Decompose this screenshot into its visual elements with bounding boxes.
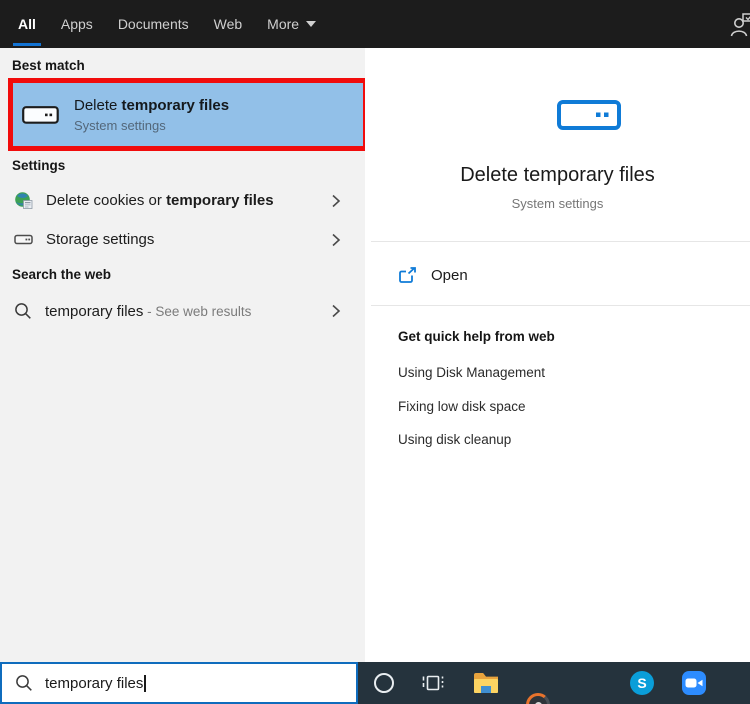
result-text: temporary files - See web results (45, 303, 251, 320)
drive-icon-blue (557, 100, 621, 130)
search-input[interactable]: temporary files (0, 662, 358, 704)
taskbar: S (358, 662, 750, 704)
globe-icon (15, 192, 33, 209)
result-text-normal: Storage settings (46, 231, 155, 248)
open-action[interactable]: Open (365, 253, 750, 297)
best-match-title: Delete temporary files (74, 97, 229, 114)
search-icon (16, 675, 32, 691)
chevron-right-icon[interactable] (331, 232, 341, 248)
tab-web[interactable]: Web (212, 0, 245, 48)
person-icon (730, 13, 750, 37)
preview-subtitle: System settings (511, 196, 604, 211)
best-match-title-normal: Delete (74, 96, 122, 114)
result-text: Storage settings (46, 231, 154, 248)
web-query: temporary files (45, 302, 144, 320)
result-web-search[interactable]: temporary files - See web results (0, 291, 365, 331)
help-link-disk-cleanup[interactable]: Using disk cleanup (398, 432, 511, 447)
settings-header: Settings (12, 158, 66, 173)
file-explorer-icon[interactable] (474, 673, 498, 693)
result-delete-cookies[interactable]: Delete cookies or temporary files (0, 181, 365, 220)
task-view-icon[interactable] (421, 671, 445, 695)
search-results-panel: Best match Delete temporary files System… (0, 48, 368, 662)
tab-documents[interactable]: Documents (116, 0, 191, 48)
quick-help-header: Get quick help from web (398, 329, 555, 344)
tab-all[interactable]: All (13, 0, 41, 48)
tab-apps[interactable]: Apps (59, 0, 95, 48)
preview-title: Delete temporary files (460, 164, 655, 186)
tab-more-label: More (267, 16, 300, 32)
result-text-bold: temporary files (166, 192, 274, 209)
account-button[interactable] (727, 12, 750, 38)
camera-glyph (685, 678, 703, 688)
drive-icon (22, 105, 59, 124)
search-icon (15, 303, 31, 319)
cortana-icon[interactable] (374, 673, 394, 693)
help-link-low-disk-space[interactable]: Fixing low disk space (398, 399, 526, 414)
drive-small-icon (14, 234, 33, 245)
search-web-header: Search the web (12, 267, 112, 282)
best-match-annotation-box: Delete temporary files System settings (8, 78, 368, 151)
search-input-value: temporary files (45, 674, 144, 692)
divider (371, 305, 750, 306)
folder-accent (481, 686, 491, 693)
chevron-down-icon (306, 21, 317, 27)
windows-search-panel: All Apps Documents Web More Best match D… (0, 0, 750, 704)
help-link-disk-management[interactable]: Using Disk Management (398, 365, 545, 380)
video-camera-icon[interactable] (682, 671, 706, 695)
text-cursor (144, 674, 146, 692)
best-match-text: Delete temporary files System settings (74, 97, 229, 133)
best-match-subtitle: System settings (74, 117, 166, 133)
best-match-header: Best match (12, 58, 85, 73)
tab-more[interactable]: More (265, 0, 318, 48)
open-label: Open (431, 266, 468, 284)
chevron-right-icon[interactable] (331, 193, 341, 209)
skype-icon[interactable]: S (630, 671, 654, 695)
result-text-normal: Delete cookies or (46, 192, 167, 209)
best-match-result[interactable]: Delete temporary files System settings (13, 83, 363, 146)
tab-apps-label: Apps (60, 16, 93, 32)
result-storage-settings[interactable]: Storage settings (0, 220, 365, 259)
divider (371, 241, 750, 242)
chevron-right-icon[interactable] (331, 303, 341, 319)
tab-all-label: All (18, 16, 36, 32)
result-preview-panel: Delete temporary files System settings O… (365, 48, 750, 662)
tab-documents-label: Documents (117, 16, 189, 32)
web-suffix: - See web results (143, 303, 252, 319)
search-filter-bar: All Apps Documents Web More (0, 0, 750, 48)
media-disc-icon[interactable] (526, 693, 550, 704)
open-external-icon (399, 266, 416, 283)
best-match-title-bold: temporary files (121, 96, 230, 114)
tab-web-label: Web (213, 16, 243, 32)
result-text: Delete cookies or temporary files (46, 192, 274, 209)
